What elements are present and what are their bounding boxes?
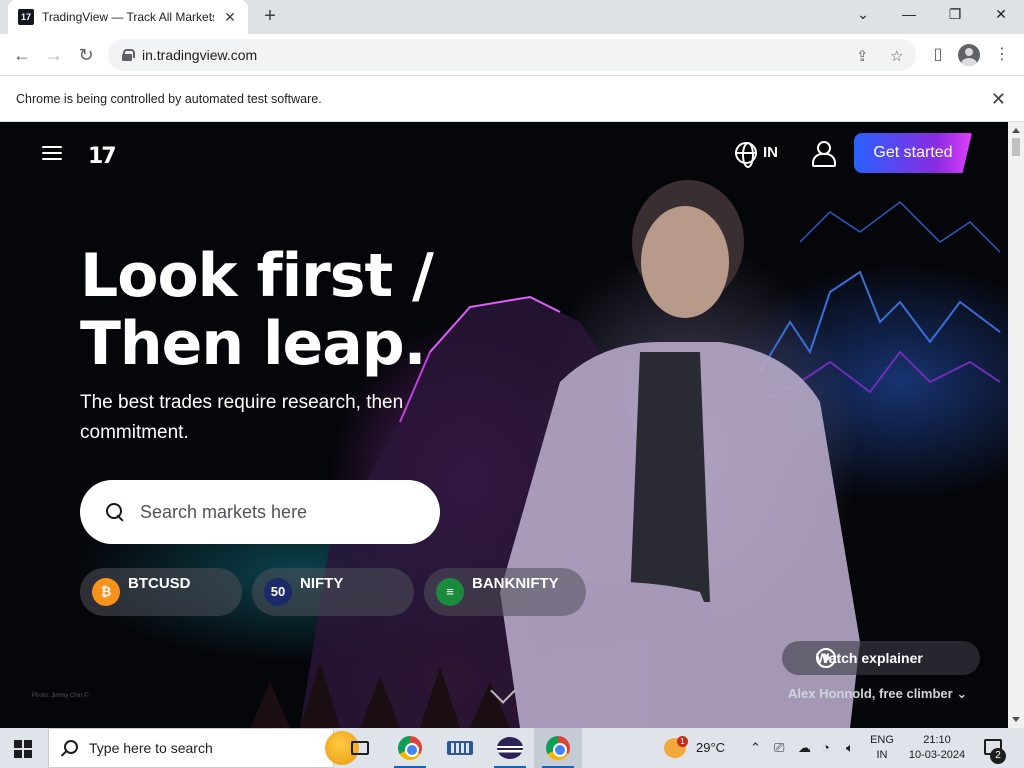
- eclipse-icon: [497, 737, 523, 759]
- globe-icon[interactable]: [735, 142, 757, 168]
- share-icon[interactable]: ⇪: [856, 47, 869, 65]
- symbol-chip-banknifty[interactable]: ≡ BANKNIFTY: [424, 568, 586, 616]
- clock-time: 21:10: [923, 734, 951, 746]
- profile-avatar-icon[interactable]: [958, 44, 980, 66]
- clock-date: 10-03-2024: [908, 749, 966, 761]
- watch-explainer-button[interactable]: Watch explainer: [782, 641, 980, 675]
- weather-badge: 1: [677, 736, 688, 747]
- chrome-icon: [546, 736, 570, 760]
- infobar-close-icon[interactable]: ✕: [991, 89, 1006, 110]
- address-bar[interactable]: in.tradingview.com ⇪ ☆: [108, 39, 916, 71]
- taskbar-eclipse[interactable]: [486, 728, 534, 768]
- hero-headline: Look first / Then leap.: [80, 241, 434, 379]
- temperature[interactable]: 29°C: [696, 740, 725, 755]
- task-view-button[interactable]: [336, 728, 384, 768]
- hero-caption[interactable]: Alex Honnold, free climber ⌄: [788, 686, 967, 702]
- bookmark-star-icon[interactable]: ☆: [890, 47, 903, 65]
- url-text[interactable]: in.tradingview.com: [142, 47, 257, 63]
- language-indicator[interactable]: ENG IN: [868, 733, 896, 763]
- tab-title: TradingView — Track All Markets: [42, 10, 214, 24]
- show-hidden-icons-chevron-icon[interactable]: ⌃: [750, 740, 761, 756]
- menu-kebab-icon[interactable]: ⋮: [992, 45, 1012, 65]
- window-close-button[interactable]: ✕: [978, 0, 1024, 30]
- scrollbar-thumb[interactable]: [1012, 138, 1020, 156]
- chip-label: BTCUSD: [128, 575, 191, 592]
- reload-icon[interactable]: ↻: [74, 43, 98, 67]
- infobar-message: Chrome is being controlled by automated …: [16, 92, 322, 106]
- search-placeholder[interactable]: Search markets here: [140, 502, 307, 523]
- search-icon: [61, 740, 78, 756]
- chip-label: BANKNIFTY: [472, 575, 559, 592]
- tradingview-logo[interactable]: 17: [88, 144, 117, 169]
- browser-toolbar: ← → ↻ in.tradingview.com ⇪ ☆ ▯ ⋮: [0, 34, 1024, 76]
- taskbar-search-box[interactable]: Type here to search: [48, 728, 359, 768]
- browser-tab-strip: 17 TradingView — Track All Markets ✕ + ⌄…: [0, 0, 1024, 34]
- hero-subheading: The best trades require research, then c…: [80, 392, 404, 443]
- user-icon[interactable]: [812, 141, 836, 167]
- search-icon: [106, 503, 124, 521]
- region-code: IN: [876, 749, 888, 761]
- windows-taskbar: Type here to search 1 29°C ⌃ ⎚ ☁ ◔ 🔈︎ EN…: [0, 728, 1024, 768]
- windows-start-icon[interactable]: [14, 740, 32, 758]
- volume-icon[interactable]: 🔈︎: [846, 740, 854, 756]
- lock-icon[interactable]: [122, 49, 135, 61]
- wifi-icon[interactable]: ◔: [822, 740, 830, 755]
- banknifty-icon: ≡: [436, 578, 464, 606]
- automation-infobar: Chrome is being controlled by automated …: [0, 77, 1024, 122]
- play-icon[interactable]: [816, 648, 836, 668]
- keyboard-icon: [447, 741, 473, 755]
- bitcoin-icon: ₿: [92, 578, 120, 606]
- get-started-button[interactable]: Get started: [854, 133, 972, 173]
- chrome-icon: [398, 736, 422, 760]
- scroll-up-arrow-icon[interactable]: [1012, 128, 1020, 133]
- minimize-button[interactable]: —: [886, 0, 932, 30]
- side-panel-icon[interactable]: ▯: [928, 45, 948, 65]
- page-scrollbar[interactable]: [1008, 122, 1024, 728]
- headline-line-2: Then leap.: [80, 309, 426, 379]
- browser-tab[interactable]: 17 TradingView — Track All Markets ✕: [8, 0, 248, 34]
- tradingview-favicon-icon: 17: [18, 9, 34, 25]
- language-code: ENG: [870, 734, 894, 746]
- restore-button[interactable]: ❐: [932, 0, 978, 30]
- nifty-50-icon: 50: [264, 578, 292, 606]
- task-view-icon: [351, 741, 369, 755]
- chip-label: NIFTY: [300, 575, 344, 592]
- notification-count-badge: 2: [990, 748, 1006, 764]
- symbol-chip-btcusd[interactable]: ₿ BTCUSD: [80, 568, 242, 616]
- tab-close-icon[interactable]: ✕: [222, 9, 238, 26]
- meet-now-icon[interactable]: ⎚: [774, 740, 784, 756]
- taskbar-chrome-dev[interactable]: [386, 728, 434, 768]
- region-selector[interactable]: IN: [763, 144, 778, 161]
- tab-search-button[interactable]: ⌄: [840, 0, 886, 30]
- scroll-down-arrow-icon[interactable]: [1012, 717, 1020, 722]
- taskbar-chrome[interactable]: [534, 728, 582, 768]
- tradingview-hero: 17 IN Get started Look first / Then leap…: [0, 122, 1008, 728]
- menu-hamburger-icon[interactable]: [42, 146, 62, 160]
- onedrive-icon[interactable]: ☁: [798, 740, 811, 756]
- new-tab-button[interactable]: +: [258, 5, 282, 29]
- market-search-box[interactable]: Search markets here: [80, 480, 440, 544]
- symbol-chip-nifty[interactable]: 50 NIFTY: [252, 568, 414, 616]
- taskbar-search-placeholder[interactable]: Type here to search: [89, 740, 213, 756]
- headline-line-1: Look first /: [80, 241, 434, 311]
- taskbar-keyboard-app[interactable]: [436, 728, 484, 768]
- back-arrow-icon[interactable]: ←: [10, 43, 34, 67]
- photo-credit: Photo: Jimmy Chin ©: [32, 693, 89, 699]
- forward-arrow-icon[interactable]: →: [42, 43, 66, 67]
- system-clock[interactable]: 21:10 10-03-2024: [906, 733, 968, 763]
